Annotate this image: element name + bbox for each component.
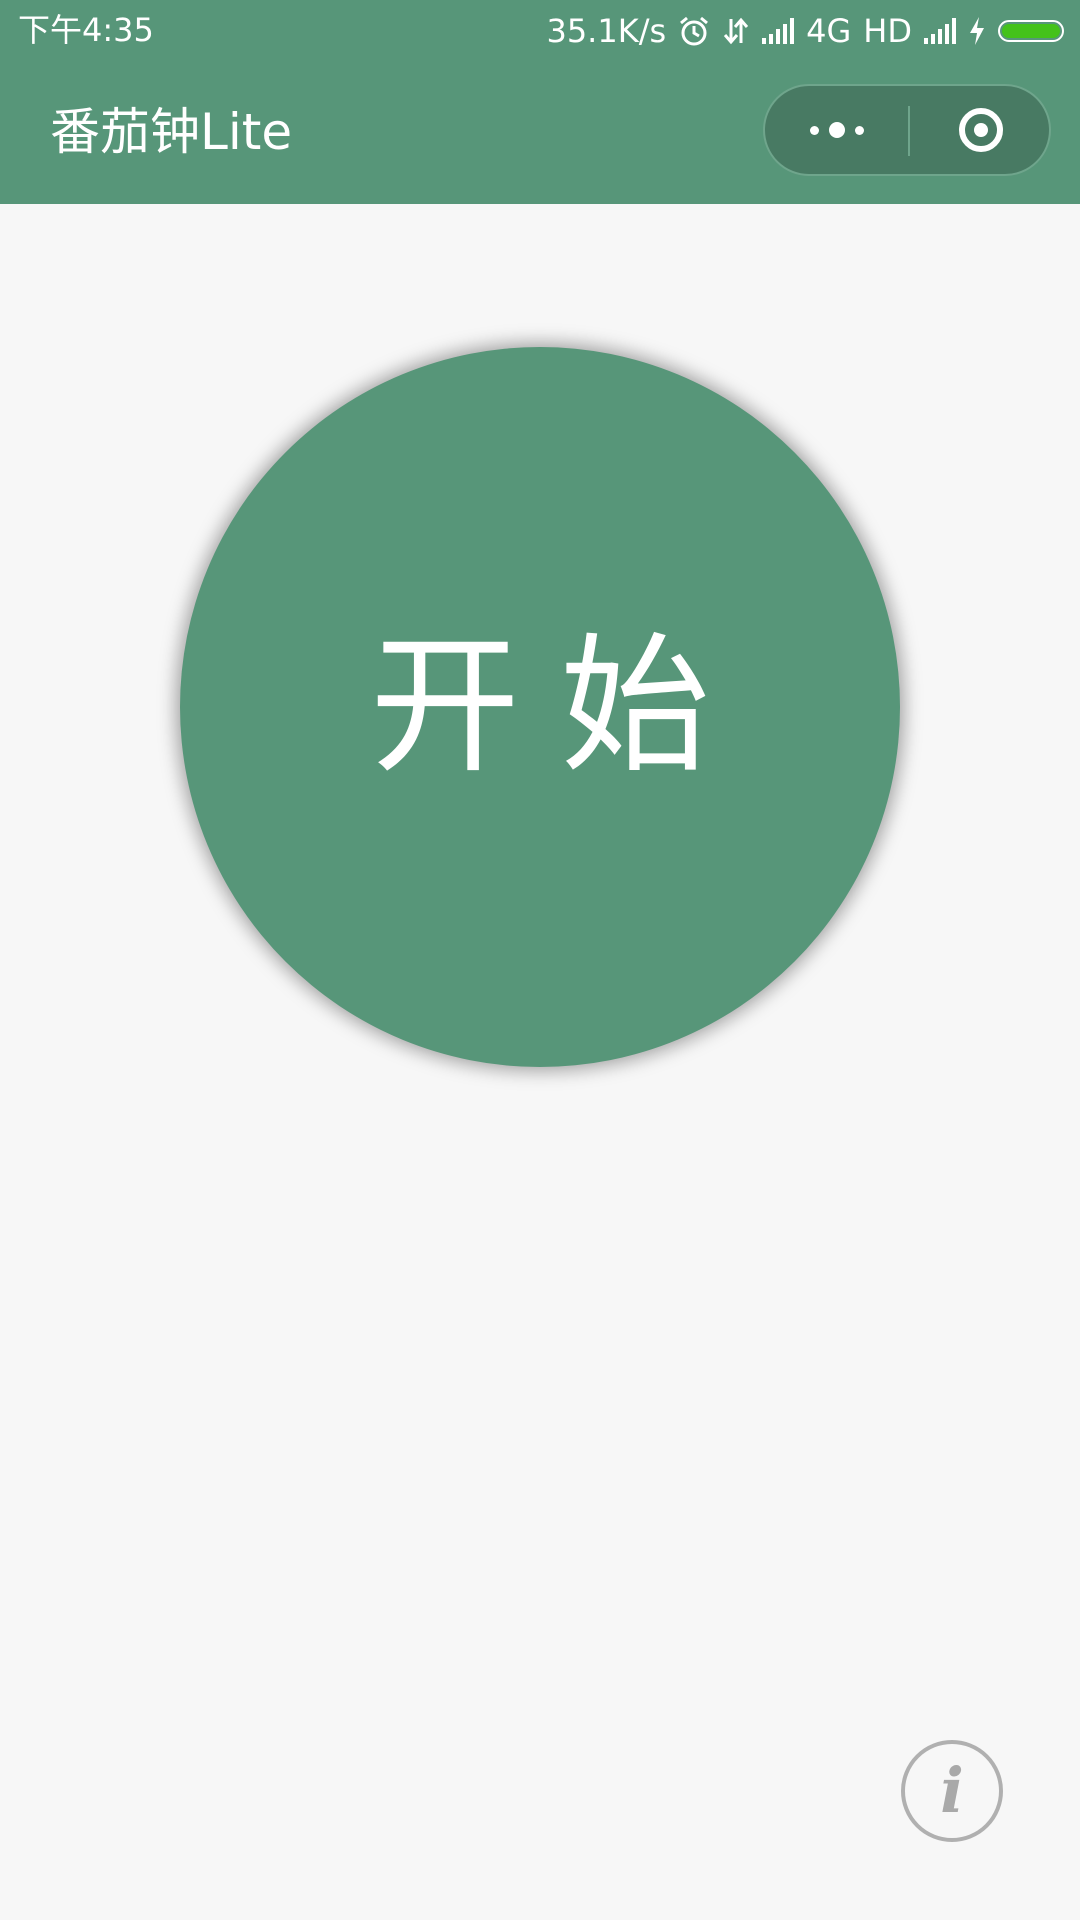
- page-title: 番茄钟Lite: [50, 103, 293, 161]
- status-bar: 下午4:35 35.1K/s 4G HD: [0, 0, 1080, 62]
- start-button[interactable]: 开始: [180, 347, 900, 1067]
- signal-icon: [924, 18, 956, 44]
- info-icon: i: [940, 1754, 964, 1827]
- battery-icon: [998, 20, 1064, 42]
- data-transfer-icon: [724, 17, 749, 45]
- start-label: 开始: [369, 620, 750, 794]
- battery-level: [1002, 24, 1060, 38]
- nav-bar: 番茄钟Lite: [0, 62, 1080, 204]
- status-time: 下午4:35: [18, 11, 154, 49]
- close-button[interactable]: [910, 86, 1051, 174]
- more-dots-icon: [828, 122, 845, 138]
- charging-icon: [970, 17, 984, 45]
- network-speed: 35.1K/s: [546, 12, 667, 50]
- status-icons: 35.1K/s 4G HD: [546, 10, 1064, 52]
- hd-label: HD: [863, 12, 912, 50]
- more-dots-icon: [854, 125, 864, 135]
- network-type: 4G: [806, 12, 852, 50]
- capsule-menu: [763, 84, 1051, 176]
- more-button[interactable]: [765, 86, 908, 174]
- more-dots-icon: [809, 125, 819, 135]
- info-button[interactable]: i: [901, 1740, 1003, 1842]
- target-close-icon: [958, 108, 1003, 152]
- signal-icon: [762, 18, 795, 44]
- target-close-icon-core: [973, 123, 988, 137]
- app-screen: 下午4:35 35.1K/s 4G HD 番茄钟Lite 开始 i: [0, 0, 1080, 1920]
- alarm-icon: [680, 16, 709, 46]
